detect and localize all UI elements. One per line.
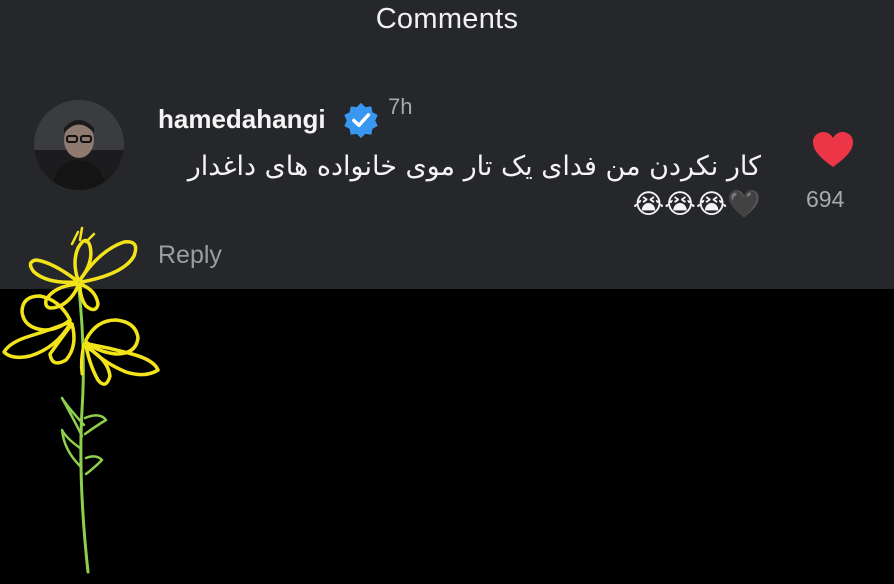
avatar[interactable] [34,100,124,190]
verified-badge-icon [342,101,380,139]
comment-username[interactable]: hamedahangi [158,104,326,135]
heart-icon[interactable] [812,131,854,169]
flower-doodle [2,226,160,574]
comment-timestamp: 7h [388,94,413,119]
comments-title: Comments [375,3,519,35]
comment-text: کار نکردن من فدای یک تار موی خانواده های… [187,151,761,220]
like-count: 694 [806,186,845,212]
